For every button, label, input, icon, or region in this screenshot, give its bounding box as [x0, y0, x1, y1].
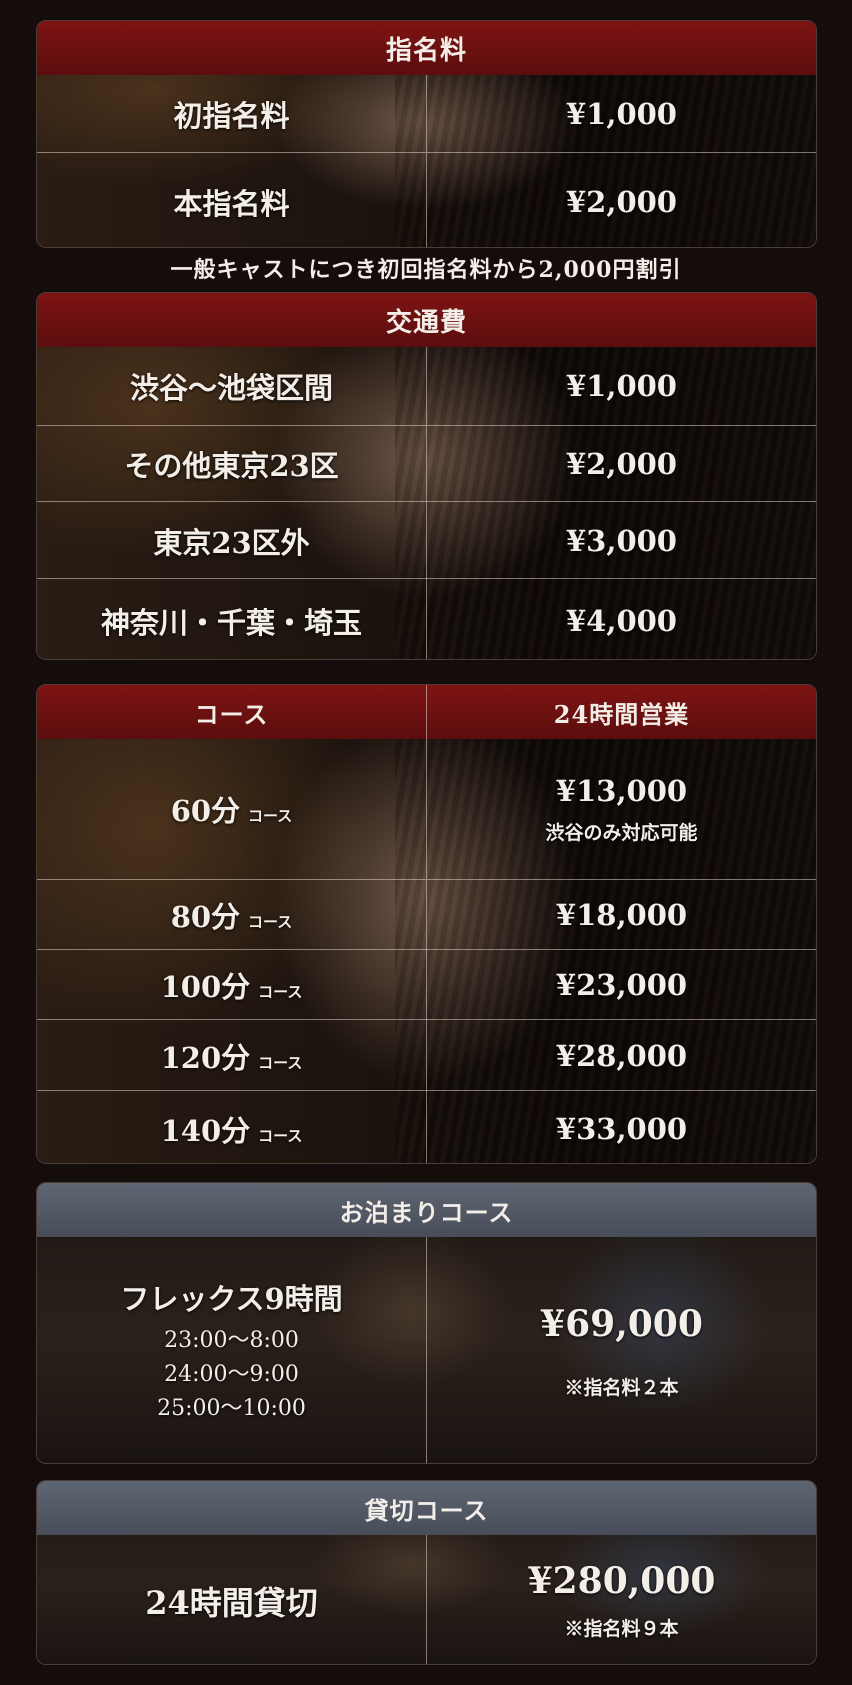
discount-caption: 一般キャストにつき初回指名料から2,000円割引	[170, 257, 682, 283]
course-price: ¥23,000	[426, 950, 816, 1020]
course-suffix: コース	[258, 1126, 303, 1145]
course-suffix: コース	[248, 913, 293, 931]
overnight-course-header: お泊まりコース	[37, 1183, 816, 1237]
row-label: 東京23区外	[153, 525, 310, 560]
course-row: 120分 コース ¥28,000	[37, 1019, 816, 1091]
course-panel: コース 24時間営業 60分 コース ¥13,000 渋谷のみ対応可能 80分 コー…	[36, 684, 817, 1164]
course-duration: 80分	[170, 900, 241, 934]
row-price: ¥4,000	[426, 579, 816, 659]
course-duration: 120分	[160, 1040, 251, 1075]
overnight-times: 23:00〜8:00 24:00〜9:00 25:00〜10:00	[157, 1324, 306, 1426]
row-label: 初指名料	[173, 98, 290, 133]
overnight-row: フレックス9時間 23:00〜8:00 24:00〜9:00 25:00〜10:…	[37, 1237, 816, 1463]
price-row: 渋谷〜池袋区間 ¥1,000	[37, 347, 816, 425]
course-note: 渋谷のみ対応可能	[545, 821, 698, 844]
course-row: 100分 コース ¥23,000	[37, 949, 816, 1020]
price-row: 神奈川・千葉・埼玉 ¥4,000	[37, 578, 816, 659]
course-row: 60分 コース ¥13,000 渋谷のみ対応可能	[37, 739, 816, 879]
time-slot: 24:00〜9:00	[164, 1362, 299, 1387]
course-price: ¥13,000	[555, 773, 688, 808]
row-price: ¥2,000	[426, 153, 816, 247]
charter-price: ¥280,000	[527, 1560, 716, 1602]
overnight-course-panel: お泊まりコース フレックス9時間 23:00〜8:00 24:00〜9:00 2…	[36, 1182, 817, 1464]
charter-course-header: 貸切コース	[37, 1481, 816, 1535]
designation-fee-panel: 指名料 初指名料 ¥1,000 本指名料 ¥2,000	[36, 20, 817, 248]
transport-fee-panel: 交通費 渋谷〜池袋区間 ¥1,000 その他東京23区 ¥2,000 東京23区…	[36, 292, 817, 660]
course-row: 140分 コース ¥33,000	[37, 1090, 816, 1163]
course-suffix: コース	[258, 983, 303, 1001]
overnight-price: ¥69,000	[540, 1302, 703, 1345]
row-price: ¥3,000	[426, 502, 816, 579]
designation-fee-header: 指名料	[37, 21, 816, 75]
charter-row: 24時間貸切 ¥280,000 ※指名料９本	[37, 1535, 816, 1664]
charter-note: ※指名料９本	[564, 1618, 679, 1640]
course-suffix: コース	[248, 807, 293, 825]
price-row: 初指名料 ¥1,000	[37, 75, 816, 152]
row-label: 神奈川・千葉・埼玉	[100, 605, 362, 640]
transport-fee-header: 交通費	[37, 293, 816, 347]
charter-label: 24時間貸切	[145, 1583, 318, 1622]
row-label: その他東京23区	[124, 449, 339, 483]
row-price: ¥1,000	[426, 75, 816, 152]
price-row: その他東京23区 ¥2,000	[37, 425, 816, 502]
time-slot: 23:00〜8:00	[164, 1328, 299, 1353]
price-row: 東京23区外 ¥3,000	[37, 501, 816, 579]
overnight-label: フレックス9時間	[120, 1282, 343, 1316]
course-header: コース 24時間営業	[37, 685, 816, 739]
row-label: 本指名料	[173, 186, 290, 221]
course-duration: 100分	[160, 970, 251, 1004]
course-price: ¥28,000	[426, 1020, 816, 1091]
time-slot: 25:00〜10:00	[157, 1396, 306, 1421]
course-price: ¥33,000	[426, 1091, 816, 1163]
course-duration: 140分	[160, 1113, 251, 1148]
course-suffix: コース	[258, 1053, 303, 1072]
course-price: ¥18,000	[426, 880, 816, 950]
overnight-note: ※指名料２本	[564, 1376, 679, 1399]
price-row: 本指名料 ¥2,000	[37, 152, 816, 247]
charter-course-panel: 貸切コース 24時間貸切 ¥280,000 ※指名料９本	[36, 1480, 817, 1665]
row-price: ¥1,000	[426, 347, 816, 425]
row-price: ¥2,000	[426, 426, 816, 502]
row-label: 渋谷〜池袋区間	[129, 371, 333, 405]
course-header-right: 24時間営業	[426, 685, 816, 739]
course-header-left: コース	[194, 699, 269, 729]
course-row: 80分 コース ¥18,000	[37, 879, 816, 950]
course-duration: 60分	[170, 794, 241, 828]
